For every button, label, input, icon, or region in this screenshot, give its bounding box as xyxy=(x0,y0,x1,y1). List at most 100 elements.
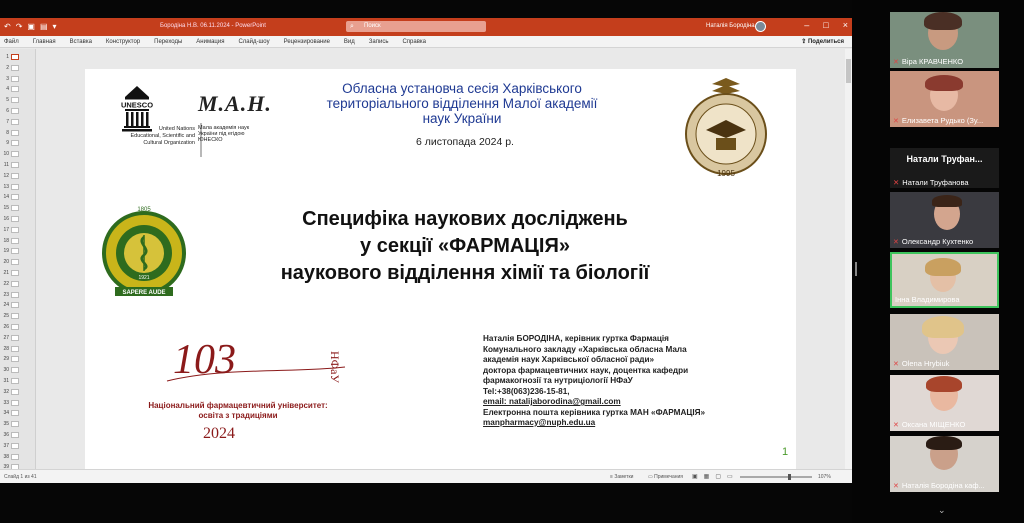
slide-thumbnail[interactable]: 35 xyxy=(0,419,35,430)
tab-insert[interactable]: Вставка xyxy=(70,39,92,45)
tab-file[interactable]: Файл xyxy=(4,39,19,45)
participant-tile-active-speaker[interactable]: Інна Владимирова xyxy=(890,252,999,308)
tab-design[interactable]: Конструктор xyxy=(106,39,140,45)
share-button[interactable]: ⇪ Поделиться xyxy=(801,38,844,45)
info-line-email[interactable]: email: natalijaborodina@gmail.com xyxy=(483,397,793,408)
zoom-slider-knob[interactable] xyxy=(788,474,791,480)
tab-review[interactable]: Рецензирование xyxy=(284,39,330,45)
slide-thumbnail[interactable]: 24 xyxy=(0,300,35,311)
slide-thumbnail[interactable]: 9 xyxy=(0,138,35,149)
slide-thumbnail[interactable]: 37 xyxy=(0,441,35,452)
notes-button[interactable]: ≡ Заметки xyxy=(610,474,633,480)
participant-tile[interactable]: ✕ Наталія Бородіна каф... xyxy=(890,436,999,492)
tab-help[interactable]: Справка xyxy=(402,39,426,45)
zoom-level[interactable]: 107% xyxy=(818,474,831,480)
participant-tile[interactable]: ✕ Olena Hrybiuk xyxy=(890,314,999,370)
close-icon[interactable]: × xyxy=(843,20,848,30)
slide-thumbnail[interactable]: 15 xyxy=(0,203,35,214)
slide-thumbnail[interactable]: 28 xyxy=(0,344,35,355)
participant-tile[interactable]: Натали Труфан... ✕ Натали Труфанова xyxy=(890,148,999,188)
slide-thumbnail-preview[interactable] xyxy=(11,162,19,168)
normal-view-icon[interactable]: ▣ xyxy=(692,473,698,480)
tab-slideshow[interactable]: Слайд-шоу xyxy=(238,39,269,45)
slide-thumbnail[interactable]: 23 xyxy=(0,290,35,301)
slide-thumbnail-preview[interactable] xyxy=(11,291,19,298)
slide-thumbnail-preview[interactable] xyxy=(11,280,19,287)
slide-thumbnail[interactable]: 7 xyxy=(0,117,35,128)
participant-tile[interactable]: ✕ Олександр Кухтенко xyxy=(890,192,999,248)
slide-thumbnail-preview[interactable] xyxy=(11,216,19,222)
slide-thumbnail[interactable]: 5 xyxy=(0,95,35,106)
slide-thumbnail[interactable]: 2 xyxy=(0,63,35,74)
redo-icon[interactable]: ↷ xyxy=(16,22,23,31)
slide-thumbnail[interactable]: 12 xyxy=(0,171,35,182)
search-input[interactable]: ⌕ Поиск xyxy=(346,21,486,32)
slide-thumbnail[interactable]: 14 xyxy=(0,192,35,203)
slide-thumbnail[interactable]: 8 xyxy=(0,128,35,139)
comments-button[interactable]: ▭ Примечания xyxy=(648,474,683,480)
panel-splitter-handle[interactable] xyxy=(855,262,857,276)
slide-thumbnail-preview[interactable] xyxy=(11,183,19,190)
slide-thumbnail-preview[interactable] xyxy=(11,226,19,233)
slide-thumbnail[interactable]: 39 xyxy=(0,462,35,469)
slide-thumbnail-preview[interactable] xyxy=(11,432,19,438)
slide-thumbnail[interactable]: 16 xyxy=(0,214,35,225)
tab-animations[interactable]: Анимация xyxy=(196,39,224,45)
maximize-icon[interactable]: □ xyxy=(823,20,828,30)
slide-thumbnail-preview[interactable] xyxy=(11,64,19,71)
slide-thumbnail[interactable]: 31 xyxy=(0,376,35,387)
slide-thumbnail-preview[interactable] xyxy=(11,399,19,406)
slide-thumbnail-preview[interactable] xyxy=(11,356,19,363)
minimize-icon[interactable]: – xyxy=(804,20,809,30)
save-icon[interactable]: ▣ xyxy=(27,22,35,31)
slide[interactable]: UNESCO United Nations Educational, Scien… xyxy=(85,69,796,469)
slide-thumbnail[interactable]: 36 xyxy=(0,430,35,441)
slide-thumbnail[interactable]: 22 xyxy=(0,279,35,290)
tab-view[interactable]: Вид xyxy=(344,39,355,45)
slide-thumbnail-preview[interactable] xyxy=(11,313,19,320)
vertical-scrollbar[interactable] xyxy=(845,49,852,469)
slide-thumbnail-preview[interactable] xyxy=(11,97,19,104)
slide-thumbnail-preview[interactable] xyxy=(11,118,19,125)
zoom-slider[interactable] xyxy=(740,474,812,480)
slide-thumbnails-pane[interactable]: 1 2 3 4 5 6 7 8 9 10 11 12 13 14 15 16 17 18 19 20 21 22 23 24 2… xyxy=(0,49,36,469)
slide-thumbnail[interactable]: 17 xyxy=(0,225,35,236)
slide-thumbnail[interactable]: 26 xyxy=(0,322,35,333)
slide-thumbnail[interactable]: 30 xyxy=(0,365,35,376)
slide-thumbnail-preview[interactable] xyxy=(11,302,19,309)
slide-thumbnail-preview[interactable] xyxy=(11,259,19,266)
slide-thumbnail[interactable]: 33 xyxy=(0,398,35,409)
slide-thumbnail-preview[interactable] xyxy=(11,453,19,460)
slide-thumbnail[interactable]: 10 xyxy=(0,149,35,160)
customize-icon[interactable]: ▾ xyxy=(53,22,57,31)
slide-thumbnail[interactable]: 19 xyxy=(0,246,35,257)
participant-tile[interactable]: ✕ Оксана МІЩЕНКО xyxy=(890,375,999,431)
slide-thumbnail[interactable]: 34 xyxy=(0,408,35,419)
slide-thumbnail[interactable]: 4 xyxy=(0,84,35,95)
slide-thumbnail-preview[interactable] xyxy=(11,442,19,449)
sorter-view-icon[interactable]: ▦ xyxy=(704,473,710,480)
user-name[interactable]: Наталія Бородіна xyxy=(706,23,755,29)
slide-thumbnail[interactable]: 29 xyxy=(0,354,35,365)
slide-thumbnail-preview[interactable] xyxy=(11,421,19,428)
tab-home[interactable]: Главная xyxy=(33,39,56,45)
slide-thumbnail[interactable]: 21 xyxy=(0,268,35,279)
participant-tile[interactable]: ✕ Елизавета Рудько (Зу... xyxy=(890,71,999,127)
slide-thumbnail-preview[interactable] xyxy=(11,86,19,93)
slide-thumbnail[interactable]: 20 xyxy=(0,257,35,268)
slide-thumbnail[interactable]: 27 xyxy=(0,333,35,344)
slide-thumbnail-preview[interactable] xyxy=(11,237,19,244)
slide-thumbnail-preview[interactable] xyxy=(11,140,19,147)
slide-thumbnail-preview[interactable] xyxy=(11,367,19,374)
avatar[interactable] xyxy=(755,21,766,32)
scrollbar-thumb[interactable] xyxy=(846,59,851,83)
slide-thumbnail-preview[interactable] xyxy=(11,54,19,60)
slide-thumbnail[interactable]: 3 xyxy=(0,74,35,85)
chevron-down-icon[interactable]: ⌄ xyxy=(938,505,946,516)
slide-thumbnail[interactable]: 25 xyxy=(0,311,35,322)
reading-view-icon[interactable]: ▢ xyxy=(715,473,721,480)
slide-thumbnail-preview[interactable] xyxy=(11,205,19,212)
slide-thumbnail-preview[interactable] xyxy=(11,248,19,255)
info-line-club-email[interactable]: manpharmacy@nuph.edu.ua xyxy=(483,418,793,429)
slide-thumbnail-preview[interactable] xyxy=(11,410,19,417)
